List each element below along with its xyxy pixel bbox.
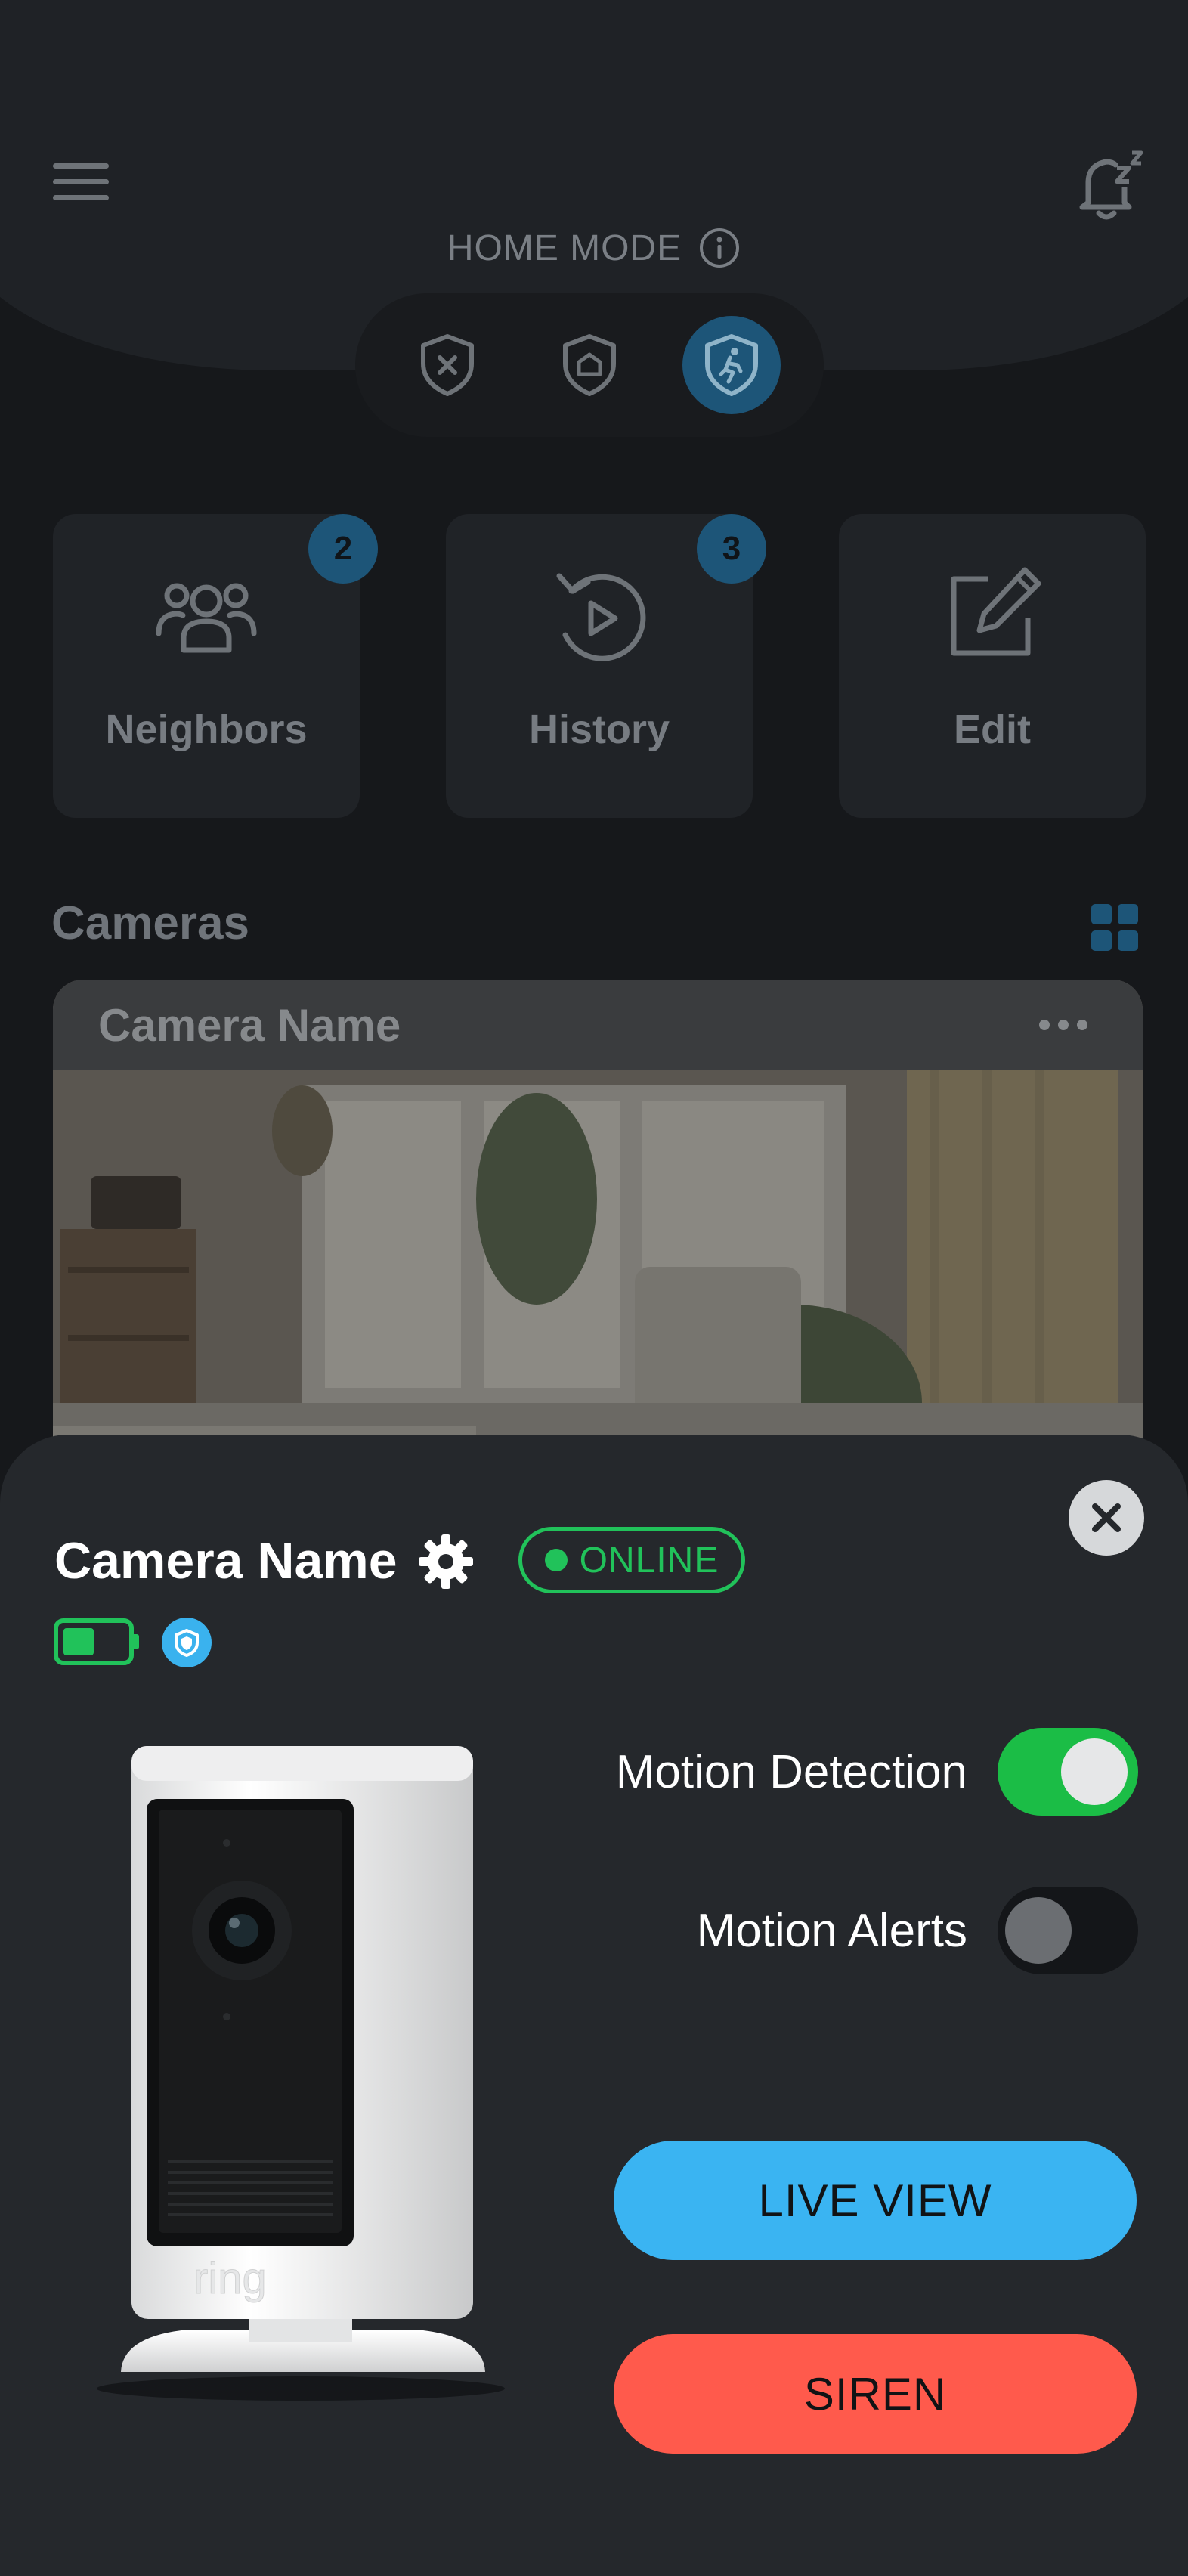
- status-text: ONLINE: [579, 1540, 719, 1581]
- close-button[interactable]: [1069, 1480, 1144, 1556]
- toggle-knob: [1005, 1897, 1072, 1964]
- status-badge: ONLINE: [518, 1527, 745, 1593]
- motion-alerts-row: Motion Alerts: [697, 1885, 1138, 1976]
- bell-snooze-icon: [1079, 150, 1143, 220]
- toggle-label: Motion Detection: [615, 1745, 967, 1798]
- motion-detection-row: Motion Detection: [616, 1726, 1138, 1817]
- camera-device-image: ring: [97, 1746, 505, 2401]
- siren-button[interactable]: SIREN: [614, 2334, 1137, 2454]
- tile-label: History: [528, 707, 670, 752]
- toggle-knob: [1061, 1738, 1128, 1805]
- history-icon: [556, 573, 646, 661]
- tile-edit[interactable]: Edit: [839, 514, 1146, 818]
- mode-disarmed-button[interactable]: [398, 316, 497, 414]
- edit-icon: [951, 567, 1041, 656]
- shield-away-icon: [705, 334, 758, 396]
- camera-name-title: Camera Name: [54, 1532, 398, 1590]
- tile-label: Edit: [954, 707, 1031, 752]
- menu-icon-bar: [53, 194, 109, 200]
- shield-disarmed-icon: [421, 334, 474, 396]
- status-dot: [544, 1549, 568, 1571]
- home-mode-header: HOME MODE: [0, 227, 1188, 269]
- mode-home-button[interactable]: [540, 316, 639, 414]
- menu-button[interactable]: [53, 155, 121, 208]
- quick-tiles: Neighbors 2 History 3 Edit: [53, 514, 1146, 818]
- shield-icon: [175, 1629, 199, 1657]
- menu-icon-bar: [53, 178, 109, 184]
- live-view-button[interactable]: LIVE VIEW: [614, 2141, 1137, 2260]
- camera-card-title: Camera Name: [98, 999, 401, 1051]
- home-mode-label: HOME MODE: [447, 228, 682, 268]
- motion-detection-toggle[interactable]: [998, 1728, 1138, 1816]
- gear-icon[interactable]: [417, 1533, 475, 1590]
- ring-logo: ring: [193, 2254, 267, 2303]
- shield-home-icon: [563, 334, 616, 396]
- motion-alerts-toggle[interactable]: [998, 1887, 1138, 1974]
- info-icon[interactable]: [698, 227, 741, 269]
- history-count-badge: 3: [697, 514, 766, 584]
- grid-view-icon[interactable]: [1091, 904, 1138, 951]
- camera-bottom-sheet: Camera Name ONLINE ring Motion Detection…: [0, 1435, 1188, 2576]
- snooze-button[interactable]: [1066, 144, 1149, 227]
- neighbors-count-badge: 2: [308, 514, 378, 584]
- cameras-section-title: Cameras: [51, 897, 249, 949]
- shield-protection-icon: [162, 1618, 212, 1667]
- camera-card-header: Camera Name: [53, 980, 1143, 1070]
- more-options-icon[interactable]: [1037, 1016, 1090, 1034]
- menu-icon-bar: [53, 163, 109, 169]
- close-icon: [1092, 1503, 1121, 1532]
- tile-label: Neighbors: [105, 707, 308, 752]
- toggle-label: Motion Alerts: [696, 1904, 967, 1957]
- neighbors-icon: [156, 583, 257, 653]
- mode-switcher: [355, 293, 824, 437]
- mode-away-button[interactable]: [682, 316, 781, 414]
- battery-icon: [54, 1618, 139, 1665]
